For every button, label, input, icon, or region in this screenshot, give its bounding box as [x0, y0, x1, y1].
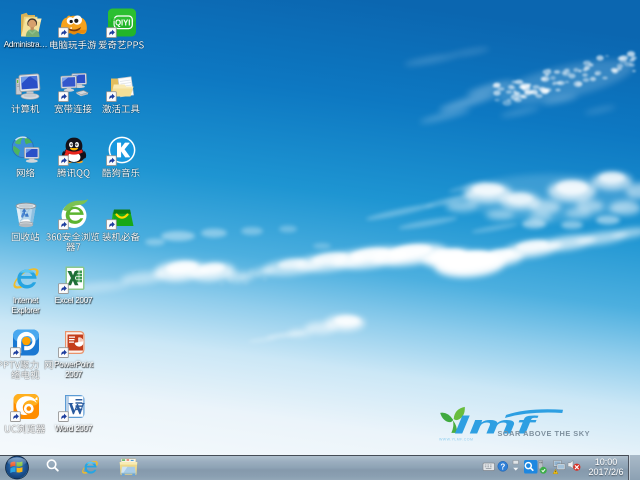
svg-text:iQIYI: iQIYI	[112, 18, 130, 27]
svg-text:WWW.YLMF.COM: WWW.YLMF.COM	[439, 438, 473, 442]
svg-text:?: ?	[500, 462, 505, 471]
svg-text:W: W	[68, 399, 85, 418]
svg-text:SOAR ABOVE THE SKY: SOAR ABOVE THE SKY	[498, 429, 591, 438]
